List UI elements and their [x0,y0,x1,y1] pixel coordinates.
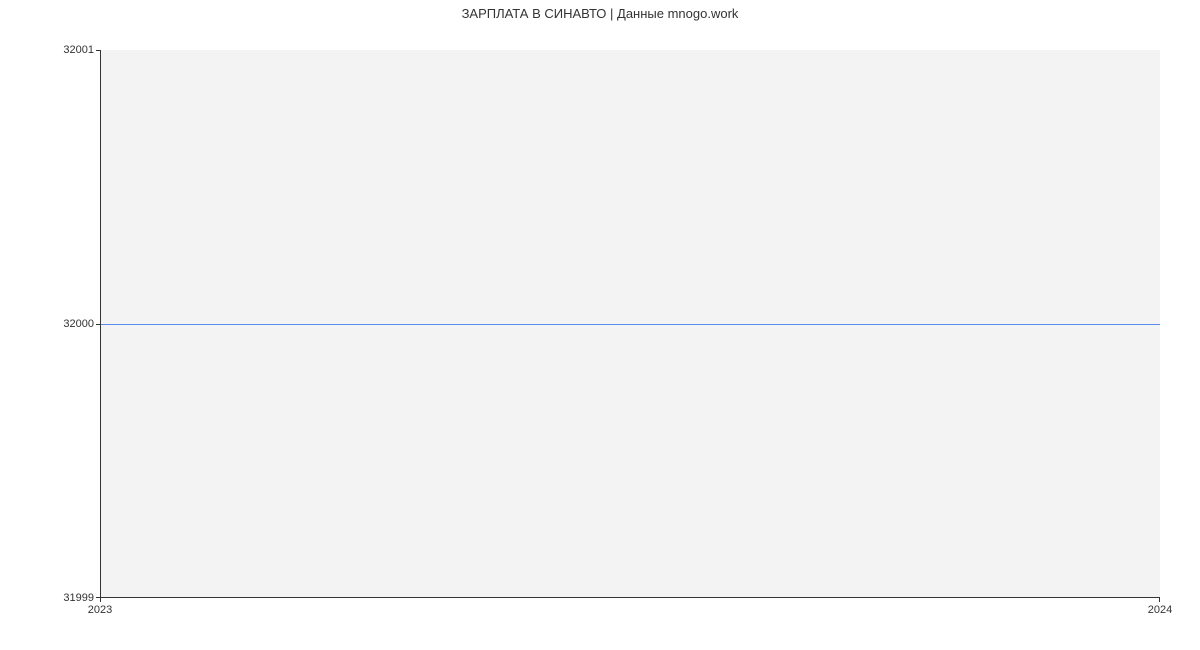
y-tick-label: 32000 [63,318,94,330]
x-tick-label: 2024 [1148,604,1172,616]
plot-area [100,50,1160,598]
y-tick-mark [96,324,100,325]
chart-title: ЗАРПЛАТА В СИНАВТО | Данные mnogo.work [0,6,1200,21]
x-tick-mark [1159,598,1160,602]
y-tick-label: 32001 [63,44,94,56]
x-tick-mark [100,598,101,602]
y-tick-mark [96,50,100,51]
y-tick-label: 31999 [63,592,94,604]
x-tick-label: 2023 [88,604,112,616]
data-line [101,324,1160,325]
